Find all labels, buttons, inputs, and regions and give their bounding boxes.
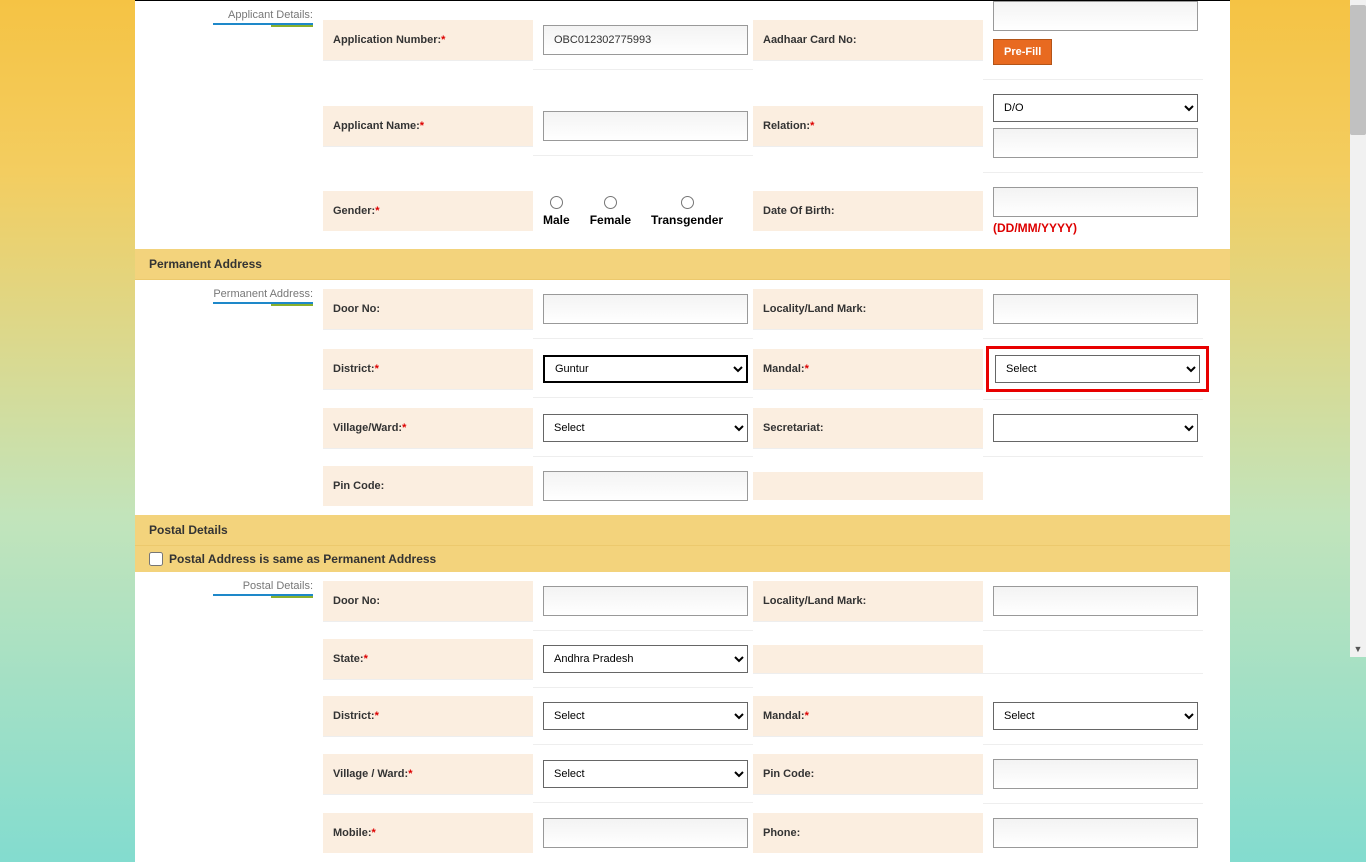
perm-pincode-label: Pin Code: bbox=[323, 466, 533, 506]
postal-mobile-field bbox=[533, 804, 753, 862]
postal-grid: Postal Details: Door No: Locality/Land M… bbox=[135, 572, 1230, 862]
postal-same-row: Postal Address is same as Permanent Addr… bbox=[135, 546, 1230, 572]
perm-doorno-label: Door No: bbox=[323, 289, 533, 330]
relation-select[interactable]: D/O bbox=[993, 94, 1198, 122]
postal-doorno-field bbox=[533, 572, 753, 631]
form-content: Applicant Details: Application Number:* … bbox=[135, 0, 1230, 862]
aadhaar-field: Pre-Fill bbox=[983, 1, 1203, 80]
relation-name-input[interactable] bbox=[993, 128, 1198, 158]
underline2-icon bbox=[271, 25, 313, 27]
perm-village-label: Village/Ward:* bbox=[323, 408, 533, 449]
dob-field: (DD/MM/YYYY) bbox=[983, 173, 1203, 249]
aadhaar-label: Aadhaar Card No: bbox=[753, 20, 983, 61]
postal-doorno-label: Door No: bbox=[323, 581, 533, 622]
applicant-grid: Applicant Details: Application Number:* … bbox=[135, 1, 1230, 249]
application-number-field bbox=[533, 11, 753, 70]
perm-village-field: Select bbox=[533, 400, 753, 457]
perm-district-field: Guntur bbox=[533, 341, 753, 398]
postal-sidebar: Postal Details: bbox=[135, 572, 323, 862]
postal-mandal-label: Mandal:* bbox=[753, 696, 983, 737]
gender-field: Male Female Transgender bbox=[533, 182, 753, 241]
gender-female-option[interactable]: Female bbox=[590, 196, 631, 227]
postal-state-select[interactable]: Andhra Pradesh bbox=[543, 645, 748, 673]
applicant-name-label: Applicant Name:* bbox=[323, 106, 533, 147]
postal-village-label: Village / Ward:* bbox=[323, 754, 533, 795]
applicant-sidebar: Applicant Details: bbox=[135, 1, 323, 249]
perm-grid: Permanent Address: Door No: Locality/Lan… bbox=[135, 280, 1230, 515]
perm-secretariat-select[interactable] bbox=[993, 414, 1198, 442]
postal-same-label: Postal Address is same as Permanent Addr… bbox=[169, 552, 436, 566]
perm-secretariat-label: Secretariat: bbox=[753, 408, 983, 449]
prefill-button[interactable]: Pre-Fill bbox=[993, 39, 1052, 65]
scrollbar-track[interactable]: ▲ ▼ bbox=[1350, 0, 1366, 657]
perm-mandal-select[interactable]: Select bbox=[995, 355, 1200, 383]
gender-male-option[interactable]: Male bbox=[543, 196, 570, 227]
aadhaar-input[interactable] bbox=[993, 1, 1198, 31]
underline2-icon bbox=[271, 596, 313, 598]
postal-mandal-select[interactable]: Select bbox=[993, 702, 1198, 730]
postal-same-checkbox[interactable] bbox=[149, 552, 163, 566]
postal-village-field: Select bbox=[533, 746, 753, 803]
postal-mandal-field: Select bbox=[983, 688, 1203, 745]
perm-secretariat-field bbox=[983, 400, 1203, 457]
postal-mobile-label: Mobile:* bbox=[323, 813, 533, 853]
postal-village-select[interactable]: Select bbox=[543, 760, 748, 788]
postal-doorno-input[interactable] bbox=[543, 586, 748, 616]
postal-district-label: District:* bbox=[323, 696, 533, 737]
scroll-down-icon[interactable]: ▼ bbox=[1350, 641, 1366, 657]
postal-mobile-input[interactable] bbox=[543, 818, 748, 848]
application-number-input[interactable] bbox=[543, 25, 748, 55]
gender-label: Gender:* bbox=[323, 191, 533, 231]
postal-phone-input[interactable] bbox=[993, 818, 1198, 848]
perm-pincode-input[interactable] bbox=[543, 471, 748, 501]
perm-locality-field bbox=[983, 280, 1203, 339]
underline2-icon bbox=[271, 304, 313, 306]
postal-district-select[interactable]: Select bbox=[543, 702, 748, 730]
postal-body: Door No: Locality/Land Mark: State:* And… bbox=[323, 572, 1230, 862]
dob-input[interactable] bbox=[993, 187, 1198, 217]
perm-pincode-field bbox=[533, 457, 753, 515]
applicant-name-input[interactable] bbox=[543, 111, 748, 141]
postal-phone-field bbox=[983, 804, 1203, 862]
scrollbar-thumb[interactable] bbox=[1350, 5, 1366, 135]
perm-mandal-field: Select bbox=[983, 339, 1203, 400]
permanent-address-header: Permanent Address bbox=[135, 249, 1230, 280]
relation-label: Relation:* bbox=[753, 106, 983, 147]
postal-state-label: State:* bbox=[323, 639, 533, 680]
applicant-sidebar-text: Applicant Details: bbox=[228, 9, 313, 21]
application-number-label: Application Number:* bbox=[323, 20, 533, 61]
relation-field: D/O bbox=[983, 80, 1203, 173]
postal-locality-label: Locality/Land Mark: bbox=[753, 581, 983, 622]
postal-phone-label: Phone: bbox=[753, 813, 983, 853]
perm-doorno-field bbox=[533, 280, 753, 339]
gender-trans-option[interactable]: Transgender bbox=[651, 196, 723, 227]
postal-pincode-input[interactable] bbox=[993, 759, 1198, 789]
perm-locality-input[interactable] bbox=[993, 294, 1198, 324]
applicant-body: Application Number:* Aadhaar Card No: Pr… bbox=[323, 1, 1230, 249]
postal-state-field: Andhra Pradesh bbox=[533, 631, 753, 688]
perm-mandal-label: Mandal:* bbox=[753, 349, 983, 390]
postal-pincode-label: Pin Code: bbox=[753, 754, 983, 795]
postal-pincode-field bbox=[983, 745, 1203, 804]
perm-village-select[interactable]: Select bbox=[543, 414, 748, 442]
perm-district-select[interactable]: Guntur bbox=[543, 355, 748, 383]
perm-sidebar: Permanent Address: bbox=[135, 280, 323, 515]
dob-label: Date Of Birth: bbox=[753, 191, 983, 231]
postal-header: Postal Details bbox=[135, 515, 1230, 546]
postal-district-field: Select bbox=[533, 688, 753, 745]
postal-locality-field bbox=[983, 572, 1203, 631]
perm-body: Door No: Locality/Land Mark: District:* … bbox=[323, 280, 1230, 515]
mandal-highlight: Select bbox=[993, 353, 1202, 385]
postal-locality-input[interactable] bbox=[993, 586, 1198, 616]
perm-doorno-input[interactable] bbox=[543, 294, 748, 324]
dob-hint: (DD/MM/YYYY) bbox=[993, 221, 1193, 235]
perm-district-label: District:* bbox=[323, 349, 533, 390]
page-root: Applicant Details: Application Number:* … bbox=[0, 0, 1366, 862]
perm-locality-label: Locality/Land Mark: bbox=[753, 289, 983, 330]
applicant-name-field bbox=[533, 97, 753, 156]
